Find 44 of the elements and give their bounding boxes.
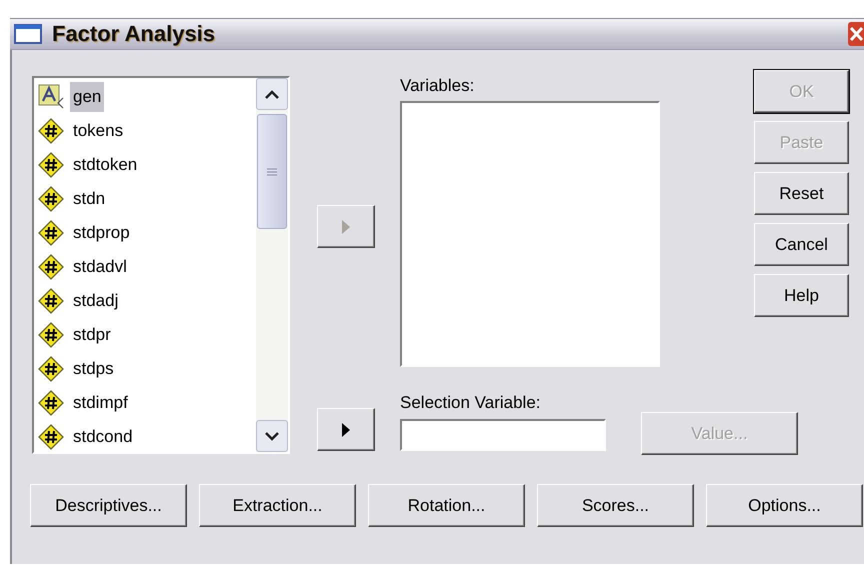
dialog-button[interactable]: Help: [754, 274, 849, 317]
selection-variable-label: Selection Variable:: [400, 393, 542, 413]
numeric-variable-icon: [38, 288, 64, 314]
numeric-variable-icon: [38, 356, 64, 382]
variables-label: Variables:: [400, 76, 476, 96]
variable-item[interactable]: stdimpf: [70, 388, 131, 418]
dialog-button[interactable]: Scores...: [537, 484, 694, 527]
variable-item[interactable]: stdn: [70, 184, 108, 214]
scroll-thumb[interactable]: [257, 114, 287, 229]
scrollbar[interactable]: [256, 78, 288, 452]
window-icon: [14, 24, 42, 44]
variable-item[interactable]: tokens: [70, 116, 126, 146]
variable-item[interactable]: stdcond: [70, 422, 136, 452]
variable-list[interactable]: gen tokens stdtoken stdn stdprop stdadvl stdadj stdpr stdps stdimpf stdcond: [32, 76, 290, 454]
numeric-variable-icon: [38, 186, 64, 212]
numeric-variable-icon: [38, 424, 64, 450]
scroll-down-icon[interactable]: [265, 432, 279, 440]
dialog-button[interactable]: Rotation...: [368, 484, 525, 527]
string-variable-icon: [38, 84, 64, 110]
variable-item[interactable]: stdadvl: [70, 252, 130, 282]
close-icon[interactable]: [848, 22, 864, 46]
variable-item[interactable]: stdpr: [70, 320, 114, 350]
dialog-button[interactable]: Extraction...: [199, 484, 356, 527]
numeric-variable-icon: [38, 322, 64, 348]
variable-item[interactable]: stdadj: [70, 286, 122, 316]
selection-variable-field[interactable]: [400, 419, 606, 451]
window-title: Factor Analysis: [52, 23, 216, 45]
numeric-variable-icon: [38, 220, 64, 246]
variable-item[interactable]: stdprop: [70, 218, 133, 248]
right-arrow-icon: [341, 219, 351, 236]
numeric-variable-icon: [38, 152, 64, 178]
dialog-button[interactable]: Cancel: [754, 223, 849, 266]
move-button[interactable]: [317, 408, 375, 451]
variable-item[interactable]: gen: [70, 82, 104, 112]
numeric-variable-icon: [38, 254, 64, 280]
variable-item[interactable]: stdps: [70, 354, 117, 384]
variable-item[interactable]: stdtoken: [70, 150, 140, 180]
numeric-variable-icon: [38, 118, 64, 144]
dialog-button[interactable]: Options...: [706, 484, 863, 527]
numeric-variable-icon: [38, 390, 64, 416]
dialog-button[interactable]: Descriptives...: [30, 484, 187, 527]
scroll-up-icon[interactable]: [265, 90, 279, 98]
dialog-button[interactable]: Reset: [754, 172, 849, 215]
right-arrow-icon: [341, 422, 351, 438]
